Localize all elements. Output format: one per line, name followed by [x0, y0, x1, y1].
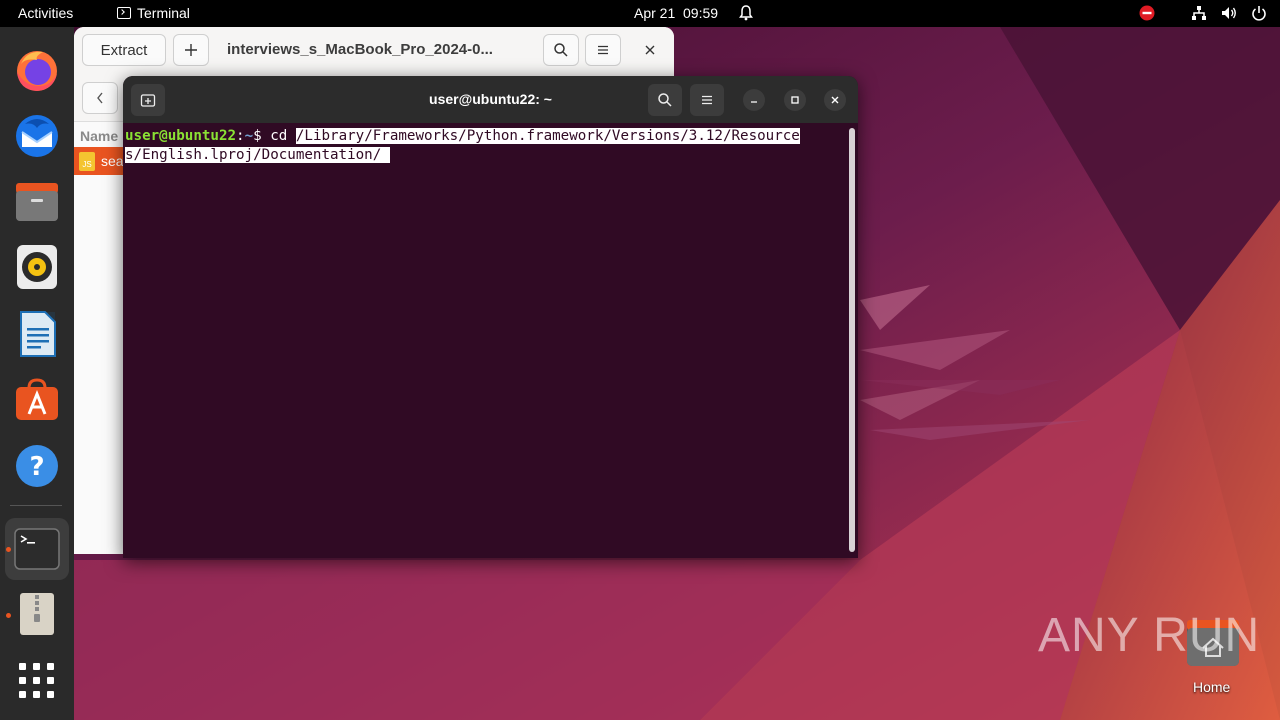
running-indicator [6, 613, 11, 618]
chevron-left-icon [97, 92, 103, 104]
minimize-button[interactable] [743, 89, 765, 111]
power-icon[interactable] [1250, 4, 1268, 22]
close-icon [831, 96, 839, 104]
dock: ? [0, 27, 74, 720]
close-button[interactable] [824, 89, 846, 111]
maximize-button[interactable] [784, 89, 806, 111]
watermark-logo: ANY RUN [1038, 609, 1261, 662]
archive-headerbar: Extract interviews_s_MacBook_Pro_2024-0.… [74, 27, 674, 76]
show-apps-icon[interactable] [13, 657, 61, 705]
activities-button[interactable]: Activities [18, 5, 73, 21]
extract-button[interactable]: Extract [82, 34, 166, 66]
notification-bell-icon[interactable] [737, 4, 755, 22]
hamburger-icon [702, 95, 712, 105]
prompt-symbol: $ [253, 128, 271, 144]
selected-path-line2: s/English.lproj/Documentation/ [125, 147, 390, 163]
terminal-search-button[interactable] [648, 84, 682, 116]
back-button[interactable] [82, 82, 118, 114]
svg-text:?: ? [29, 452, 44, 482]
selected-path-line1: /Library/Frameworks/Python.framework/Ver… [295, 128, 800, 144]
volume-icon[interactable] [1220, 4, 1238, 22]
archive-manager-icon[interactable] [13, 590, 61, 638]
terminal-scrollbar[interactable] [849, 128, 855, 552]
javascript-file-icon: JS [79, 152, 95, 171]
terminal-icon [117, 7, 131, 19]
add-button[interactable] [173, 34, 209, 66]
search-icon [554, 43, 568, 57]
clock-time[interactable]: 09:59 [683, 5, 718, 21]
app-menu[interactable]: Terminal [117, 5, 190, 21]
terminal-output[interactable]: user@ubuntu22:~$ cd /Library/Frameworks/… [123, 123, 845, 558]
maximize-icon [791, 96, 799, 104]
rhythmbox-icon[interactable] [13, 243, 61, 291]
help-icon[interactable]: ? [13, 442, 61, 490]
thunderbird-icon[interactable] [13, 112, 61, 160]
archive-search-button[interactable] [543, 34, 579, 66]
command-text: cd [270, 128, 296, 144]
archive-close-button[interactable] [640, 40, 660, 60]
app-name: Terminal [137, 5, 190, 21]
hamburger-icon [598, 45, 608, 55]
top-bar: Activities Terminal Apr 21 09:59 [0, 0, 1280, 27]
network-icon[interactable] [1190, 4, 1208, 22]
prompt-user: user@ubuntu22 [125, 128, 237, 144]
plus-icon [185, 44, 197, 56]
tray-spacer [1168, 4, 1178, 22]
running-indicator [6, 547, 11, 552]
search-icon [658, 93, 672, 107]
terminal-menu-button[interactable] [690, 84, 724, 116]
system-tray[interactable] [1138, 4, 1268, 22]
archive-menu-button[interactable] [585, 34, 621, 66]
app-center-icon[interactable] [13, 376, 61, 424]
terminal-window: user@ubuntu22: ~ user@ubuntu22:~$ cd /Li… [123, 76, 858, 558]
prompt-path: ~ [244, 128, 254, 144]
do-not-disturb-icon[interactable] [1138, 4, 1156, 22]
prompt-separator: : [236, 128, 245, 144]
archive-title: interviews_s_MacBook_Pro_2024-0... [227, 41, 493, 58]
terminal-app-icon[interactable] [13, 525, 61, 573]
firefox-icon[interactable] [13, 46, 61, 94]
column-header-name[interactable]: Name [80, 128, 118, 144]
terminal-headerbar: user@ubuntu22: ~ [123, 76, 858, 123]
close-icon [645, 45, 655, 55]
clock-date[interactable]: Apr 21 [634, 5, 675, 21]
file-name: sea [101, 153, 124, 169]
dock-separator [10, 505, 62, 506]
home-label[interactable]: Home [1193, 679, 1230, 695]
minimize-icon [751, 101, 757, 103]
libreoffice-writer-icon[interactable] [13, 310, 61, 358]
files-icon[interactable] [13, 179, 61, 227]
